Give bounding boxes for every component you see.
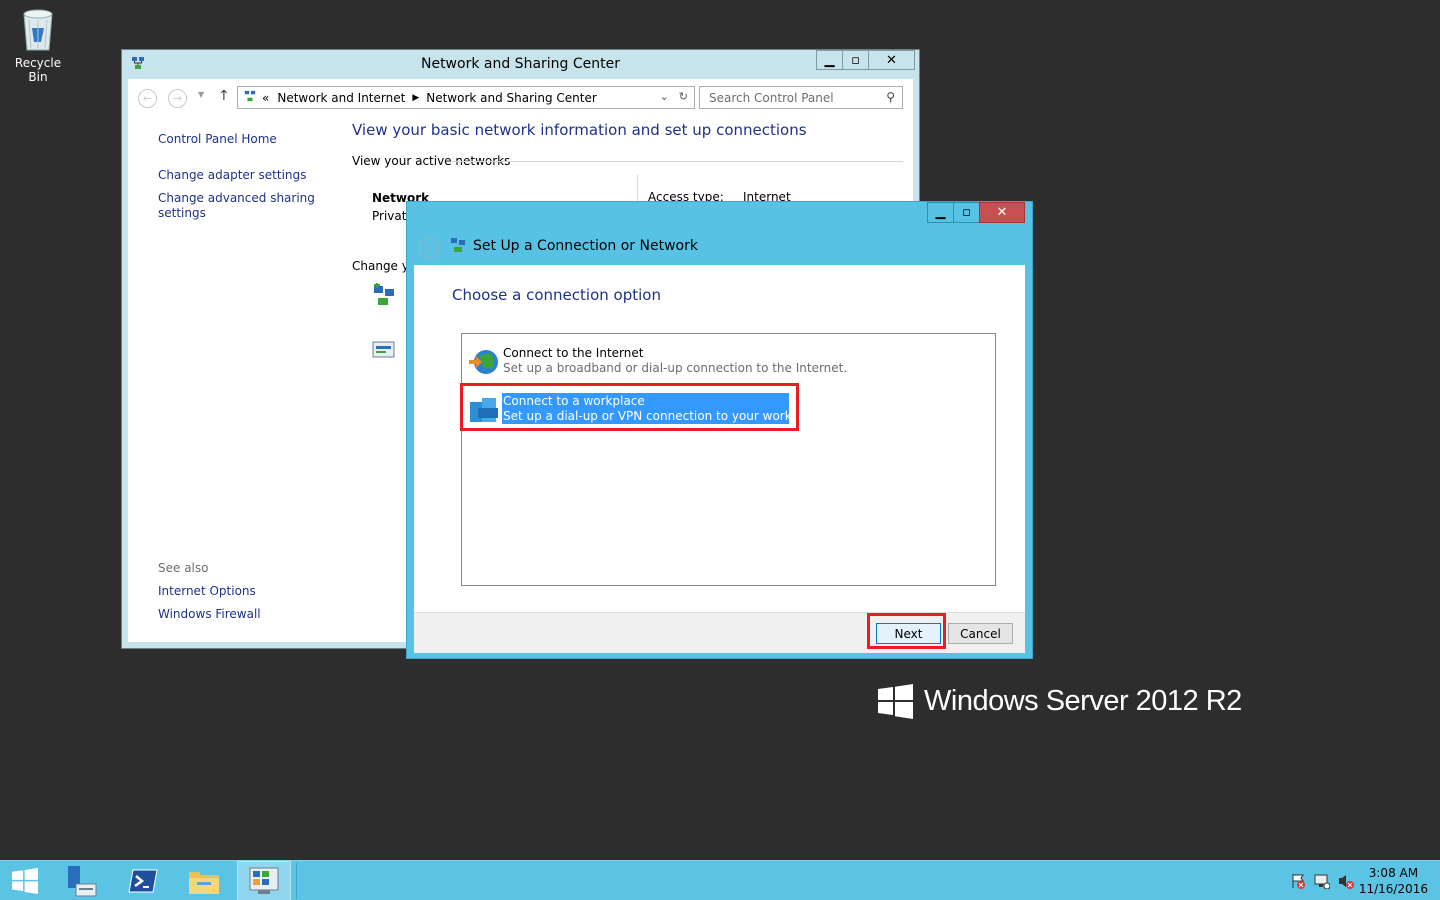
dialog-header: ← Set Up a Connection or Network	[414, 232, 1025, 265]
volume-muted-icon[interactable]	[1338, 873, 1354, 892]
globe-icon	[468, 348, 500, 379]
clock[interactable]: 3:08 AM 11/16/2016	[1359, 865, 1428, 897]
breadcrumb-nsc[interactable]: Network and Sharing Center	[426, 91, 597, 105]
breadcrumb-prefix[interactable]: «	[262, 91, 269, 105]
recent-locations-icon[interactable]: ▼	[198, 90, 204, 99]
minimize-button[interactable]: ▁	[927, 202, 954, 223]
dialog-title: Set Up a Connection or Network	[473, 238, 698, 254]
window-title: Network and Sharing Center	[420, 56, 620, 72]
windows-logo-icon	[878, 684, 913, 719]
change-adapter-settings-link[interactable]: Change adapter settings	[158, 168, 338, 183]
see-also-label: See also	[158, 561, 209, 575]
minimize-button[interactable]: ▁	[816, 50, 843, 70]
control-panel-icon	[249, 867, 279, 894]
search-input[interactable]: Search Control Panel ⚲	[699, 86, 903, 109]
option-title: Connect to the Internet	[503, 346, 644, 360]
change-advanced-sharing-link[interactable]: Change advanced sharing	[158, 191, 338, 206]
next-button-highlight	[867, 613, 946, 649]
option-desc: Set up a broadband or dial-up connection…	[503, 361, 848, 375]
server-manager-icon	[68, 866, 97, 897]
workplace-option-highlight	[460, 383, 799, 431]
recycle-bin-icon	[23, 9, 53, 51]
search-placeholder: Search Control Panel	[709, 91, 834, 105]
clock-time: 3:08 AM	[1368, 866, 1419, 880]
troubleshoot-icon[interactable]	[372, 340, 396, 363]
network-setup-icon	[449, 236, 467, 257]
back-icon[interactable]: ←	[419, 238, 439, 258]
recycle-bin-label: Recycle Bin	[14, 56, 62, 84]
windows-server-brand: Windows Server 2012 R2	[878, 684, 1242, 719]
back-icon[interactable]: ←	[138, 89, 157, 108]
cancel-button[interactable]: Cancel	[948, 623, 1013, 644]
file-explorer-taskbar[interactable]	[177, 861, 231, 900]
network-tray-icon[interactable]	[1314, 873, 1331, 892]
server-manager-taskbar[interactable]	[54, 861, 108, 900]
new-connection-icon[interactable]	[371, 283, 397, 310]
start-icon	[12, 868, 38, 894]
start-button[interactable]	[0, 861, 50, 900]
network-icon	[244, 90, 256, 105]
forward-icon[interactable]: →	[168, 89, 187, 108]
maximize-button[interactable]: ▫	[953, 202, 980, 223]
connection-option-list[interactable]: Connect to the Internet Set up a broadba…	[461, 333, 996, 586]
file-explorer-icon	[189, 872, 219, 894]
clock-date: 11/16/2016	[1358, 882, 1428, 896]
taskbar: 3:08 AM 11/16/2016	[0, 860, 1440, 900]
dialog-heading: Choose a connection option	[452, 286, 661, 304]
breadcrumb-network-internet[interactable]: Network and Internet	[277, 91, 405, 105]
action-center-icon[interactable]	[1290, 873, 1306, 892]
refresh-icon[interactable]: ↻	[679, 90, 688, 103]
brand-text: Windows Server 2012 R2	[924, 685, 1242, 717]
close-button[interactable]: ✕	[868, 50, 915, 70]
powershell-taskbar[interactable]	[116, 861, 170, 900]
page-heading: View your basic network information and …	[352, 121, 807, 139]
search-icon[interactable]: ⚲	[886, 90, 895, 104]
internet-options-link[interactable]: Internet Options	[158, 584, 261, 599]
change-advanced-sharing-link-cont[interactable]: settings	[158, 206, 338, 221]
maximize-button[interactable]: ▫	[842, 50, 869, 70]
navigation-bar: ← → ▼ ↑ « Network and Internet ▶ Network…	[128, 79, 913, 113]
recycle-bin[interactable]: Recycle Bin	[4, 6, 72, 84]
windows-firewall-link[interactable]: Windows Firewall	[158, 607, 261, 622]
close-button[interactable]: ✕	[979, 202, 1025, 223]
powershell-icon	[128, 869, 158, 893]
control-panel-taskbar[interactable]	[237, 861, 291, 900]
address-bar[interactable]: « Network and Internet ▶ Network and Sha…	[237, 86, 695, 109]
system-tray: 3:08 AM 11/16/2016	[1280, 861, 1440, 900]
option-connect-internet[interactable]: Connect to the Internet Set up a broadba…	[464, 343, 847, 381]
up-icon[interactable]: ↑	[218, 88, 230, 104]
title-bar[interactable]: Network and Sharing Center ▁ ▫ ✕	[122, 50, 919, 79]
chevron-down-icon[interactable]: ⌄	[660, 90, 669, 103]
chevron-right-icon[interactable]: ▶	[412, 93, 419, 103]
control-panel-home-link[interactable]: Control Panel Home	[158, 132, 338, 147]
